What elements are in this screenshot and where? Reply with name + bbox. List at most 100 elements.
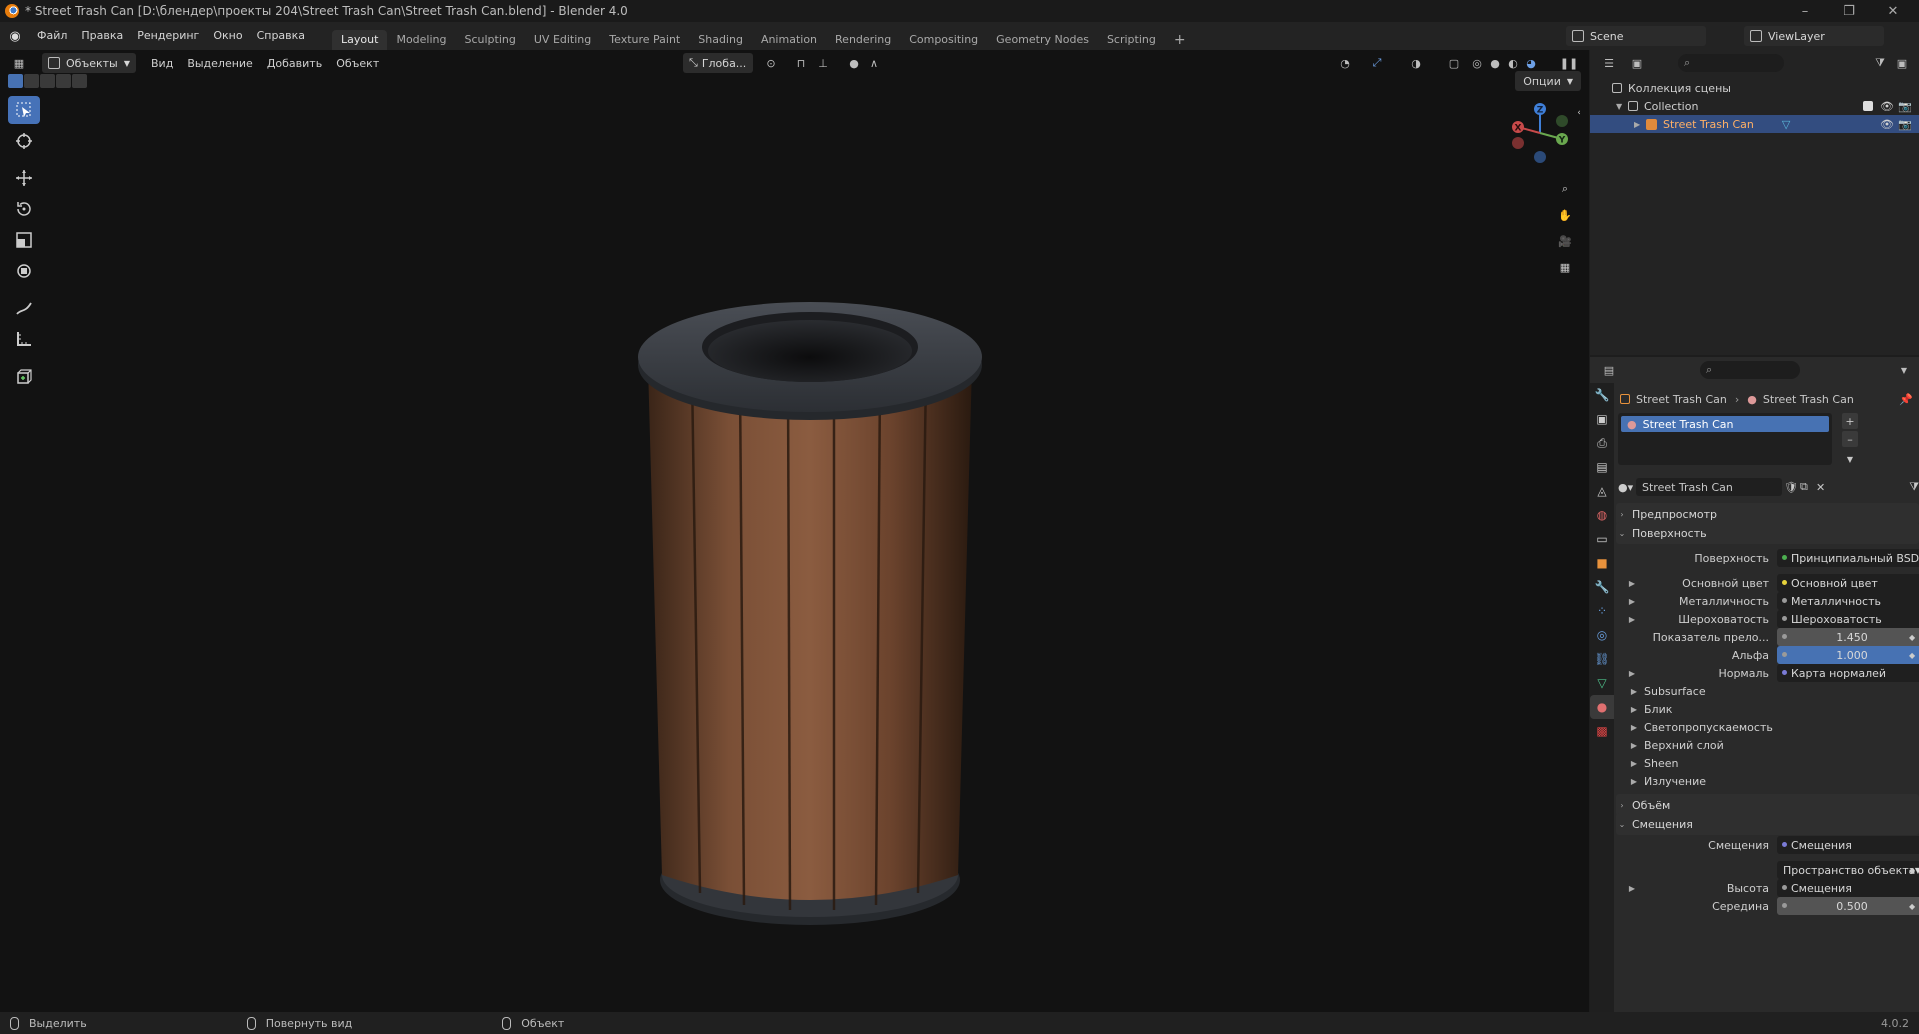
expand-arrow-icon[interactable]: ▶: [1626, 884, 1638, 893]
tab-geometry-nodes[interactable]: Geometry Nodes: [987, 30, 1098, 50]
menu-file[interactable]: Файл: [30, 22, 74, 50]
data-tab-icon[interactable]: ▽: [1590, 671, 1614, 695]
measure-tool[interactable]: [8, 325, 40, 353]
select-invert-icon[interactable]: [56, 74, 71, 88]
editor-type-icon[interactable]: ▦: [8, 53, 30, 73]
add-workspace-button[interactable]: +: [1165, 30, 1195, 50]
menu-window[interactable]: Окно: [206, 22, 249, 50]
view-layer-selector[interactable]: ViewLayer: [1744, 26, 1884, 46]
height-field[interactable]: Смещения: [1777, 879, 1919, 897]
menu-help[interactable]: Справка: [250, 22, 312, 50]
falloff-icon[interactable]: ∧: [863, 53, 885, 73]
keyframe-icon[interactable]: ◆: [1909, 651, 1919, 660]
tab-rendering[interactable]: Rendering: [826, 30, 900, 50]
particles-tab-icon[interactable]: ⁘: [1590, 599, 1614, 623]
modifier-tab-icon[interactable]: 🔧: [1590, 575, 1614, 599]
menu-add[interactable]: Добавить: [260, 57, 329, 70]
cursor-tool[interactable]: [8, 127, 40, 155]
select-extend-icon[interactable]: [24, 74, 39, 88]
outliner-search-input[interactable]: ⌕: [1678, 54, 1784, 72]
scale-tool[interactable]: [8, 226, 40, 254]
tab-animation[interactable]: Animation: [752, 30, 826, 50]
tab-uv-editing[interactable]: UV Editing: [525, 30, 600, 50]
node-tree-filter-icon[interactable]: ⧩: [1909, 480, 1919, 494]
camera-icon[interactable]: 📷: [1898, 100, 1912, 113]
tab-layout[interactable]: Layout: [332, 30, 388, 50]
expand-arrow-icon[interactable]: ▶: [1626, 579, 1638, 588]
subpanel-subsurface[interactable]: ▶ Subsurface: [1628, 681, 1918, 701]
outliner-collection[interactable]: ▼ Collection 👁 📷: [1590, 97, 1919, 115]
display-mode-icon[interactable]: ▣: [1626, 53, 1648, 73]
snap-icon[interactable]: ⊓: [790, 53, 812, 73]
subpanel-emission[interactable]: ▶ Излучение: [1628, 771, 1918, 791]
subpanel-coat[interactable]: ▶ Верхний слой: [1628, 735, 1918, 755]
view-layer-tab-icon[interactable]: ▤: [1590, 455, 1614, 479]
pin-icon[interactable]: 📌: [1899, 393, 1913, 406]
expand-arrow-icon[interactable]: ▼: [1616, 102, 1626, 111]
camera-icon[interactable]: 📷: [1898, 118, 1912, 131]
base-color-field[interactable]: Основной цвет: [1777, 574, 1919, 592]
transform-orientation-dropdown[interactable]: ⤡ Глоба...: [683, 53, 753, 73]
rendered-shading-icon[interactable]: ◕: [1520, 53, 1542, 73]
proportional-edit-icon[interactable]: ●: [843, 53, 865, 73]
physics-tab-icon[interactable]: ◎: [1590, 623, 1614, 647]
tab-sculpting[interactable]: Sculpting: [456, 30, 525, 50]
texture-tab-icon[interactable]: ▩: [1590, 719, 1614, 743]
select-box-tool[interactable]: [8, 96, 40, 124]
pan-hand-icon[interactable]: ✋: [1552, 202, 1578, 228]
navigation-gizmo[interactable]: Z Y X: [1507, 100, 1573, 166]
camera-view-icon[interactable]: 🎥: [1552, 228, 1578, 254]
eye-icon[interactable]: 👁: [1880, 100, 1894, 113]
move-tool[interactable]: [8, 164, 40, 192]
tab-texture-paint[interactable]: Texture Paint: [600, 30, 689, 50]
trash-can-model[interactable]: [610, 285, 1010, 955]
constraints-tab-icon[interactable]: ⛓: [1590, 647, 1614, 671]
material-name-field[interactable]: Street Trash Can: [1636, 478, 1782, 496]
menu-render[interactable]: Рендеринг: [130, 22, 206, 50]
transform-tool[interactable]: [8, 257, 40, 285]
slot-specials-icon[interactable]: ▼: [1842, 451, 1858, 467]
expand-arrow-icon[interactable]: ▶: [1626, 669, 1638, 678]
select-new-icon[interactable]: [8, 74, 23, 88]
material-slot-item[interactable]: ● Street Trash Can: [1621, 416, 1829, 432]
duplicate-material-icon[interactable]: ⧉: [1800, 480, 1808, 494]
filter-icon[interactable]: ⧩: [1869, 53, 1891, 73]
metallic-field[interactable]: Металличность: [1777, 592, 1919, 610]
outliner-object-row[interactable]: ▶ Street Trash Can ▽ 👁 📷: [1590, 115, 1919, 133]
world-tab-icon[interactable]: ◍: [1590, 503, 1614, 527]
ortho-grid-icon[interactable]: ▦: [1552, 254, 1578, 280]
menu-select[interactable]: Выделение: [180, 57, 260, 70]
tab-shading[interactable]: Shading: [689, 30, 752, 50]
pivot-point-icon[interactable]: ⊙: [760, 53, 782, 73]
options-dropdown[interactable]: Опции ▼: [1515, 71, 1581, 91]
zoom-icon[interactable]: ⌕: [1552, 176, 1578, 202]
eye-icon[interactable]: 👁: [1880, 118, 1894, 131]
mesh-data-icon[interactable]: ▽: [1782, 118, 1790, 131]
mode-selector[interactable]: Объекты ▼: [42, 53, 136, 73]
remove-slot-button[interactable]: –: [1842, 431, 1858, 447]
add-cube-tool[interactable]: [8, 362, 40, 390]
subpanel-transmission[interactable]: ▶ Светопропускаемость: [1628, 717, 1918, 737]
scene-selector[interactable]: Scene: [1566, 26, 1706, 46]
maximize-button[interactable]: ❐: [1829, 0, 1869, 22]
snap-target-icon[interactable]: ⊥: [812, 53, 834, 73]
select-intersect-icon[interactable]: [72, 74, 87, 88]
ior-field[interactable]: 1.450: [1777, 628, 1919, 646]
roughness-field[interactable]: Шероховатость: [1777, 610, 1919, 628]
browse-material-icon[interactable]: ●▾: [1618, 481, 1633, 494]
expand-arrow-icon[interactable]: ▶: [1626, 615, 1638, 624]
scene-tab-icon[interactable]: ◬: [1590, 479, 1614, 503]
object-tab-icon[interactable]: ■: [1590, 551, 1614, 575]
expand-arrow-icon[interactable]: ▶: [1626, 597, 1638, 606]
midlevel-field[interactable]: 0.500: [1777, 897, 1919, 915]
close-button[interactable]: ✕: [1873, 0, 1913, 22]
menu-object[interactable]: Объект: [329, 57, 386, 70]
displacement-field[interactable]: Смещения: [1777, 836, 1919, 854]
gizmo-toggle-icon[interactable]: ⤢: [1366, 53, 1388, 73]
render-tab-icon[interactable]: ▣: [1590, 407, 1614, 431]
surface-shader-field[interactable]: Принципиальный BSDF: [1777, 549, 1919, 567]
menu-view[interactable]: Вид: [144, 57, 180, 70]
exclude-checkbox[interactable]: [1863, 101, 1873, 111]
keyframe-icon[interactable]: ◆: [1909, 633, 1919, 642]
surface-section-header[interactable]: ⌄ Поверхность: [1616, 522, 1919, 544]
